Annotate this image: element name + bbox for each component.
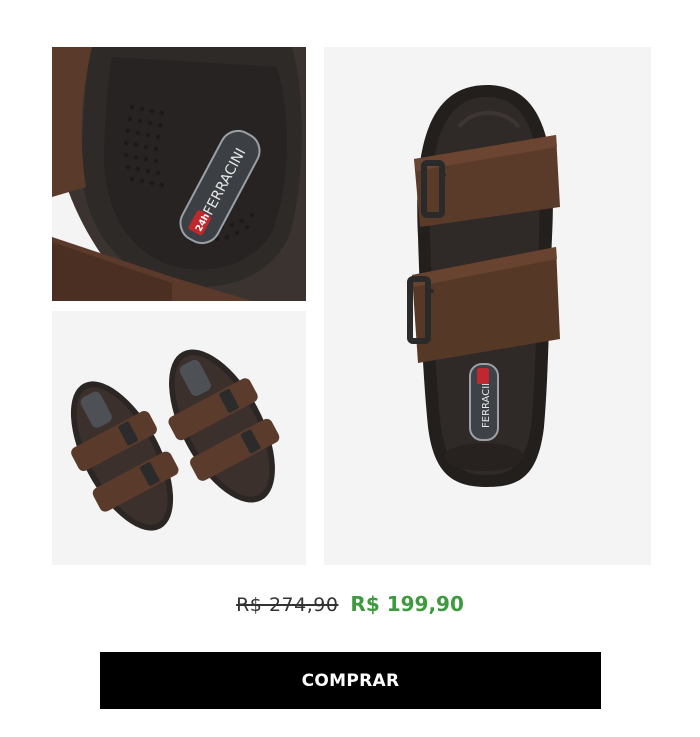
old-price: R$ 274,90	[236, 594, 339, 616]
sandal-pair-photo	[52, 311, 306, 565]
sandal-top-view-icon: FERRACINI	[324, 47, 651, 565]
buy-button[interactable]: COMPRAR	[100, 652, 601, 709]
sandal-pair-icon	[52, 311, 306, 565]
sandal-insole-detail-icon: FERRACINI 24h	[52, 47, 306, 301]
sandal-top-view-photo: FERRACINI	[324, 47, 651, 565]
insole-closeup-photo: FERRACINI 24h	[52, 47, 306, 301]
price-row: R$ 274,90 R$ 199,90	[0, 592, 700, 624]
sale-price: R$ 199,90	[350, 592, 464, 616]
